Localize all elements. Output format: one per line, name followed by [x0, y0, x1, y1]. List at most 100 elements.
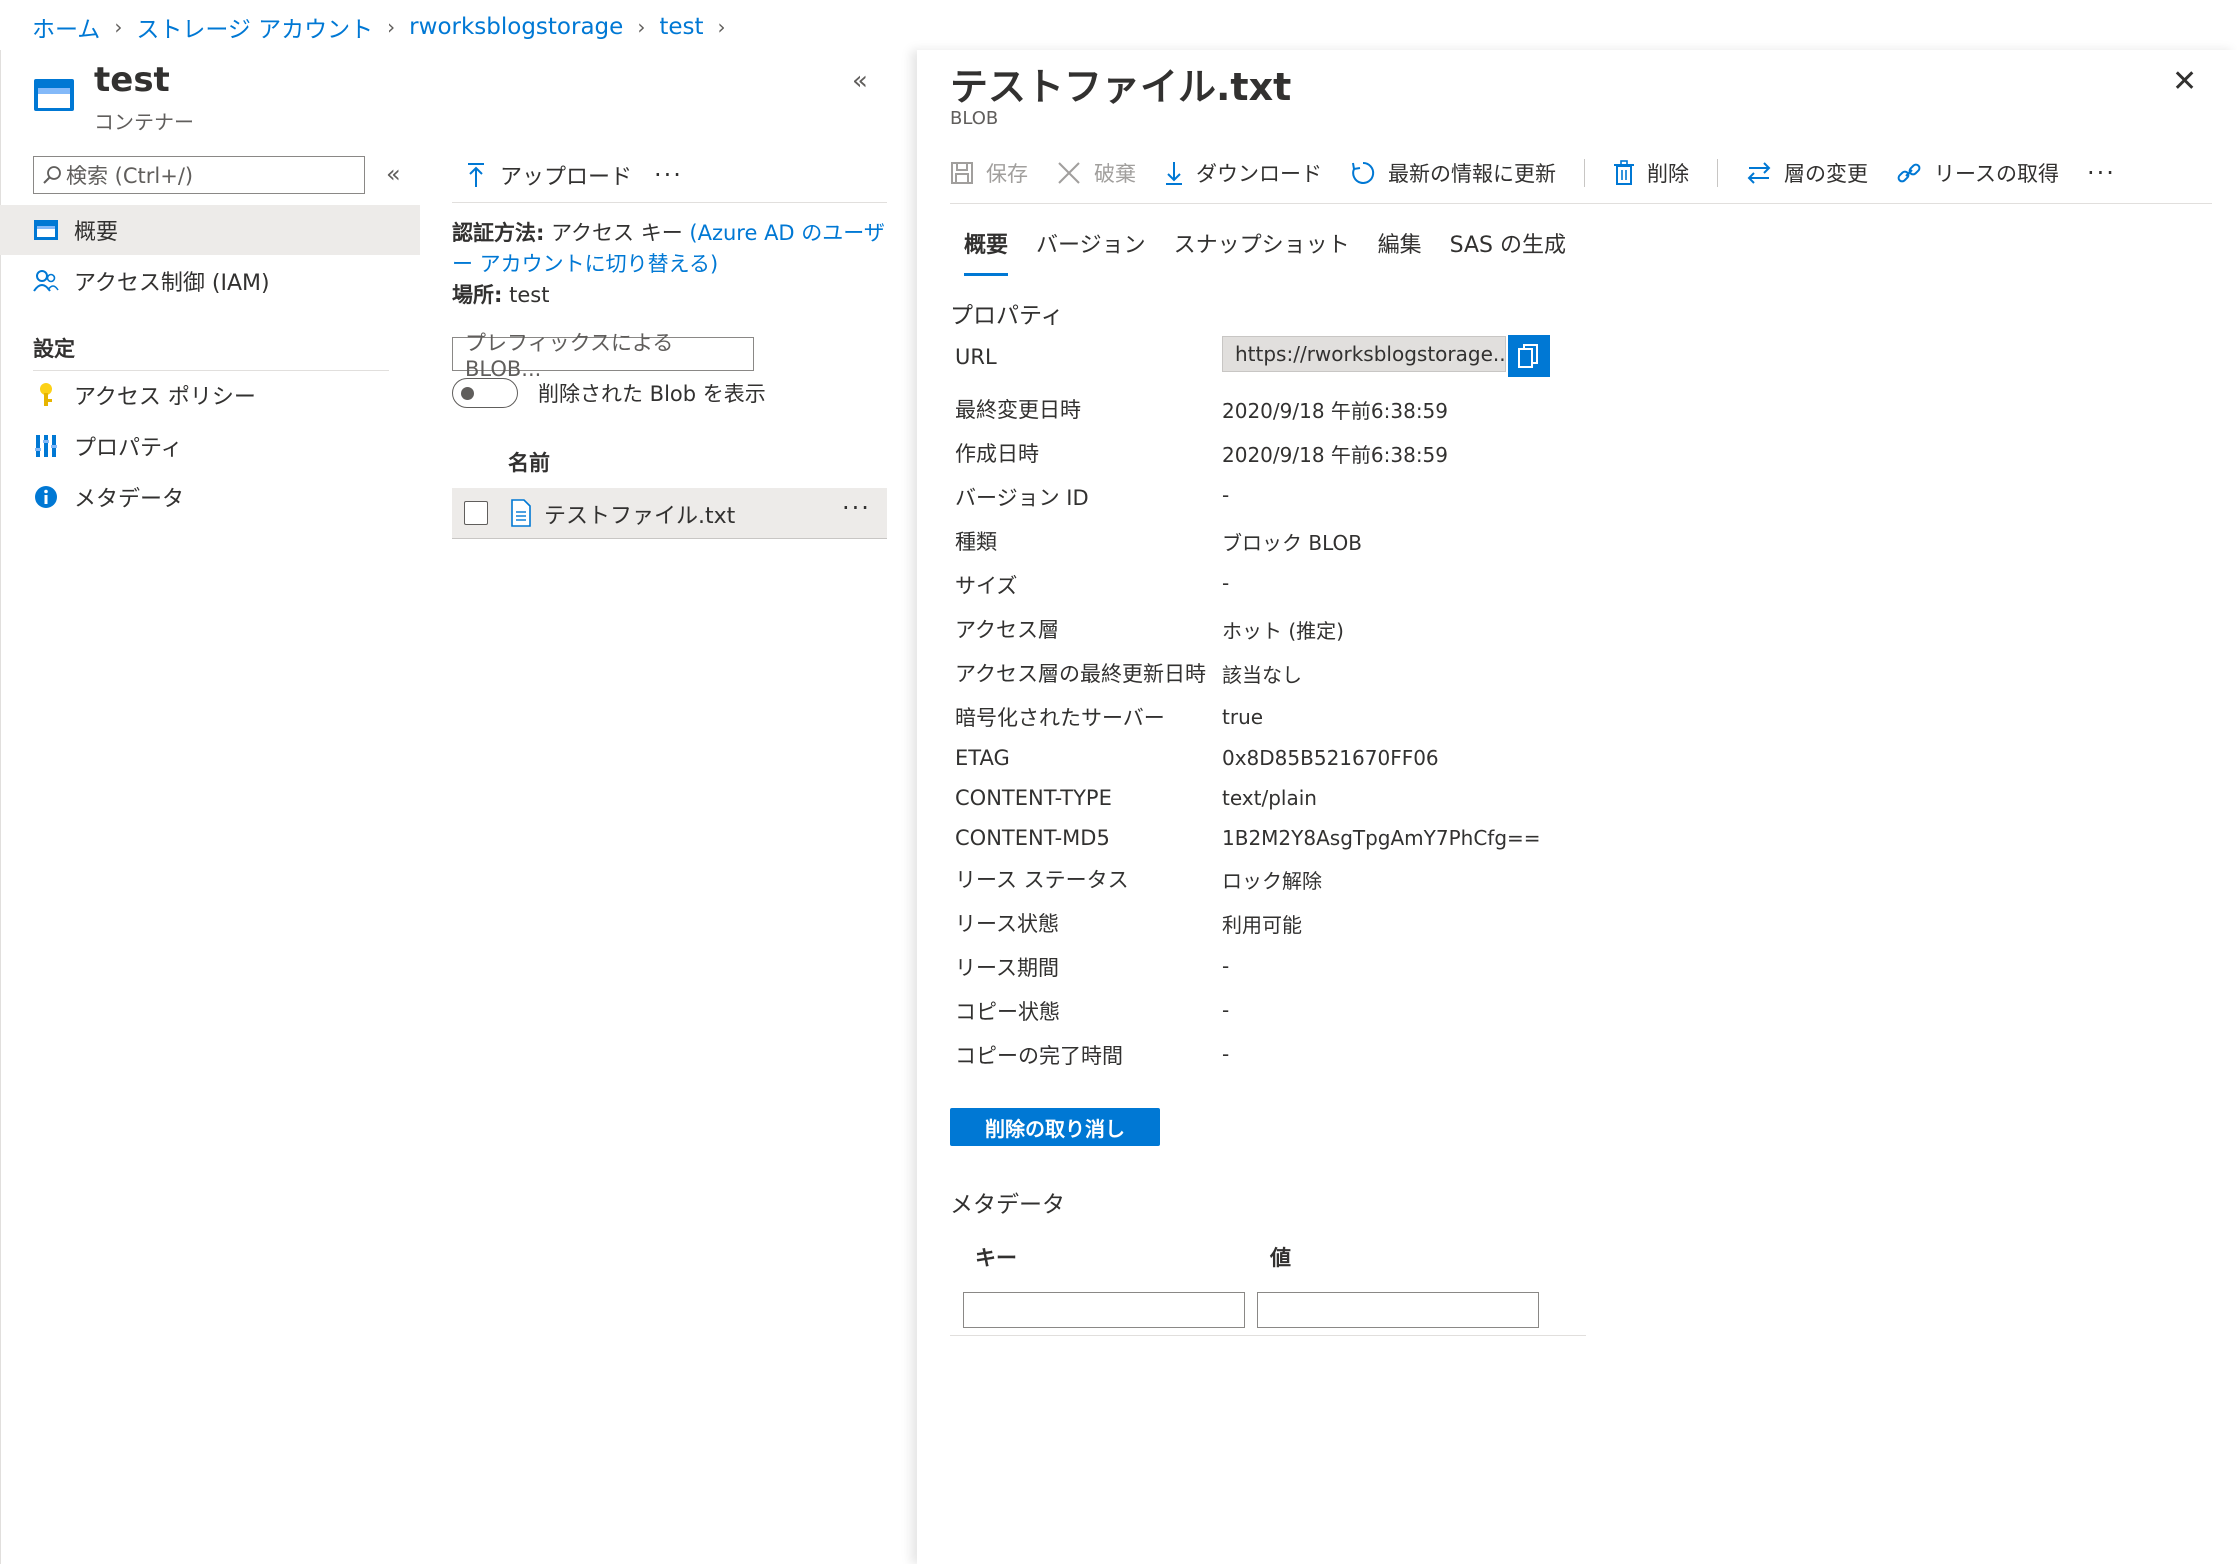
sidebar-item-label: メタデータ — [74, 487, 185, 512]
auth-method-value: アクセス キー — [551, 221, 683, 245]
refresh-label: 最新の情報に更新 — [1388, 162, 1556, 186]
tab-generate-sas[interactable]: SAS の生成 — [1450, 228, 1566, 276]
breadcrumb: ホーム › ストレージ アカウント › rworksblogstorage › … — [32, 10, 739, 44]
more-button[interactable]: ··· — [2087, 159, 2116, 187]
blob-blade — [917, 50, 2237, 1564]
link-icon — [1896, 160, 1922, 186]
property-label: リース期間 — [955, 956, 1059, 980]
refresh-button[interactable]: 最新の情報に更新 — [1350, 158, 1556, 188]
property-label: コピー状態 — [955, 1000, 1060, 1024]
upload-label: アップロード — [500, 165, 633, 190]
metadata-value-input[interactable] — [1257, 1292, 1539, 1328]
property-value: ブロック BLOB — [1222, 531, 1362, 555]
swap-icon — [1746, 161, 1772, 185]
chevron-right-icon: › — [637, 15, 646, 39]
toolbar-separator — [1717, 159, 1718, 187]
toggle-knob — [461, 387, 474, 400]
row-checkbox[interactable] — [464, 501, 488, 525]
property-label: アクセス層の最終更新日時 — [955, 662, 1206, 686]
download-icon — [1164, 160, 1184, 186]
tab-overview[interactable]: 概要 — [964, 228, 1009, 276]
property-label: サイズ — [955, 574, 1018, 598]
upload-button[interactable]: アップロード — [452, 159, 632, 191]
property-value: 2020/9/18 午前6:38:59 — [1222, 443, 1449, 467]
file-name[interactable]: テストファイル.txt — [544, 498, 735, 530]
save-button[interactable]: 保存 — [950, 158, 1028, 188]
container-icon — [34, 79, 74, 111]
tab-edit[interactable]: 編集 — [1378, 228, 1422, 276]
property-label: CONTENT-MD5 — [955, 826, 1110, 850]
property-label: CONTENT-TYPE — [955, 786, 1112, 810]
property-value: - — [1222, 1042, 1230, 1066]
discard-button[interactable]: 破棄 — [1056, 158, 1136, 188]
tab-versions[interactable]: バージョン — [1036, 228, 1146, 276]
trash-icon — [1613, 160, 1635, 186]
show-deleted-toggle[interactable] — [452, 378, 518, 408]
sidebar-item-access-policy[interactable]: アクセス ポリシー — [0, 370, 420, 420]
column-header-name[interactable]: 名前 — [508, 447, 550, 477]
change-tier-button[interactable]: 層の変更 — [1746, 158, 1868, 188]
container-icon — [32, 216, 60, 244]
tab-snapshots[interactable]: スナップショット — [1174, 228, 1350, 276]
property-value: - — [1222, 954, 1230, 978]
property-label: アクセス層 — [955, 618, 1059, 642]
key-icon — [32, 381, 60, 409]
property-value: 利用可能 — [1222, 913, 1302, 937]
row-more-button[interactable]: ··· — [842, 494, 871, 522]
discard-label: 破棄 — [1094, 162, 1136, 186]
url-value: https://rworksblogstorage.... — [1235, 342, 1506, 366]
property-value: 2020/9/18 午前6:38:59 — [1222, 399, 1449, 423]
refresh-icon — [1350, 160, 1376, 186]
property-value: ホット (推定) — [1222, 619, 1344, 643]
location-label: 場所: — [452, 283, 503, 307]
property-label: 作成日時 — [955, 442, 1039, 466]
prefix-search-input[interactable]: プレフィックスによる BLOB... — [452, 331, 754, 381]
toolbar-separator — [1584, 159, 1585, 187]
property-label: リース状態 — [955, 912, 1059, 936]
url-field[interactable]: https://rworksblogstorage.... — [1222, 336, 1506, 372]
sidebar-item-label: 概要 — [74, 220, 119, 245]
property-value: true — [1222, 705, 1264, 729]
page-title: test — [94, 60, 170, 100]
close-icon[interactable]: ✕ — [2172, 64, 2197, 99]
properties-icon — [32, 432, 60, 460]
search-placeholder: 検索 (Ctrl+/) — [66, 164, 194, 188]
collapse-blade-button[interactable]: « — [852, 66, 868, 96]
table-row[interactable]: テストファイル.txt ··· — [452, 488, 887, 539]
auth-info: 認証方法: アクセス キー (Azure AD のユーザー アカウントに切り替え… — [452, 218, 897, 311]
metadata-key-header: キー — [975, 1246, 1017, 1270]
acquire-lease-button[interactable]: リースの取得 — [1896, 158, 2059, 188]
undelete-button[interactable]: 削除の取り消し — [950, 1108, 1160, 1146]
settings-heading: 設定 — [33, 337, 75, 361]
property-value: ロック解除 — [1222, 869, 1322, 893]
prefix-placeholder: プレフィックスによる BLOB... — [465, 331, 674, 381]
property-label: リース ステータス — [955, 868, 1129, 892]
sidebar-item-metadata[interactable]: メタデータ — [0, 472, 420, 522]
delete-button[interactable]: 削除 — [1613, 158, 1689, 188]
breadcrumb-container[interactable]: test — [659, 14, 703, 40]
property-label: ETAG — [955, 746, 1010, 770]
more-button[interactable]: ··· — [654, 161, 683, 189]
property-label: コピーの完了時間 — [955, 1044, 1123, 1068]
copy-url-button[interactable] — [1508, 335, 1550, 377]
property-label: 暗号化されたサーバー — [955, 706, 1165, 730]
sidebar-item-label: プロパティ — [74, 436, 183, 461]
breadcrumb-storage-account[interactable]: rworksblogstorage — [409, 14, 623, 40]
property-value: - — [1222, 483, 1230, 507]
download-button[interactable]: ダウンロード — [1164, 158, 1322, 188]
property-value: 1B2M2Y8AsgTpgAmY7PhCfg== — [1222, 826, 1541, 850]
save-label: 保存 — [986, 162, 1028, 186]
sidebar-item-label: アクセス ポリシー — [74, 385, 256, 410]
sidebar-item-overview[interactable]: 概要 — [0, 205, 420, 255]
property-label: バージョン ID — [955, 486, 1089, 510]
sidebar-item-iam[interactable]: アクセス制御 (IAM) — [0, 256, 420, 306]
sidebar-item-properties[interactable]: プロパティ — [0, 421, 420, 471]
info-icon — [32, 483, 60, 511]
property-label: 種類 — [955, 530, 997, 554]
breadcrumb-storage-accounts[interactable]: ストレージ アカウント — [136, 10, 373, 44]
breadcrumb-home[interactable]: ホーム — [32, 10, 100, 44]
search-input[interactable]: 検索 (Ctrl+/) — [33, 156, 365, 194]
location-value: test — [509, 283, 550, 307]
metadata-key-input[interactable] — [963, 1292, 1245, 1328]
collapse-menu-button[interactable]: « — [386, 160, 401, 188]
